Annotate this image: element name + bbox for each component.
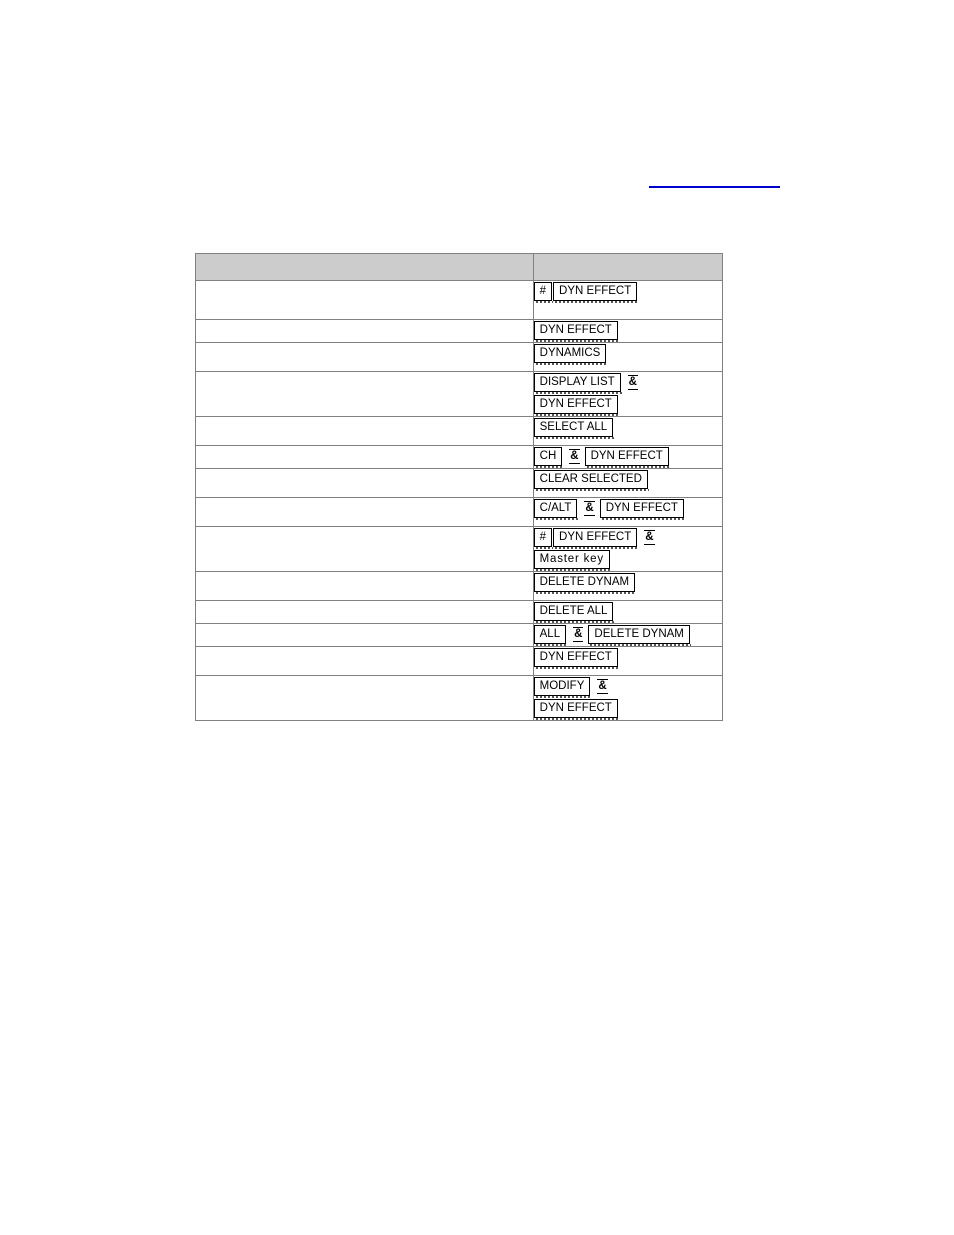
key-sequence-line: CLEAR SELECTED: [533, 469, 722, 492]
key-cap-dyn-effect[interactable]: DYN EFFECT: [599, 499, 686, 521]
cell-key-sequence: DYNAMICS: [532, 342, 724, 372]
cell-key-sequence: DELETE DYNAM: [532, 571, 724, 601]
and-connector: &: [573, 627, 584, 643]
key-cap-delete-dynam[interactable]: DELETE DYNAM: [588, 625, 692, 647]
key-cap-[interactable]: #: [533, 528, 554, 550]
key-cap-delete-dynam[interactable]: DELETE DYNAM: [533, 573, 637, 595]
and-connector: &: [584, 501, 595, 517]
cell-description: [195, 280, 534, 320]
table-row: DELETE ALL: [195, 600, 724, 624]
key-cap-select-all[interactable]: SELECT ALL: [533, 418, 614, 440]
cell-key-sequence: DYN EFFECT: [532, 319, 724, 343]
table-header: [195, 253, 724, 281]
key-sequence-line: CH & DYN EFFECT: [533, 446, 722, 469]
cell-key-sequence: C/ALT & DYN EFFECT: [532, 497, 724, 527]
cell-key-sequence: ALL & DELETE DYNAM: [532, 623, 724, 647]
cell-key-sequence: DELETE ALL: [532, 600, 724, 624]
key-cap-dyn-effect[interactable]: DYN EFFECT: [533, 699, 620, 721]
cell-description: [195, 445, 534, 469]
cell-description: [195, 646, 534, 676]
key-cap-dyn-effect[interactable]: DYN EFFECT: [553, 528, 639, 550]
key-cap-delete-all[interactable]: DELETE ALL: [533, 602, 615, 624]
cell-description: [195, 497, 534, 527]
key-sequence-line: DYN EFFECT: [533, 320, 722, 343]
key-sequence-line: DYNAMICS: [533, 343, 722, 366]
cross-reference-link[interactable]: [649, 186, 780, 188]
table-row: DYN EFFECT: [195, 646, 724, 676]
cell-key-sequence: SELECT ALL: [532, 416, 724, 446]
and-connector: &: [569, 449, 580, 465]
column-header-key-sequence: [532, 253, 724, 281]
key-cap-clear-selected[interactable]: CLEAR SELECTED: [533, 470, 650, 492]
key-cap-dyn-effect[interactable]: DYN EFFECT: [553, 282, 639, 304]
table-row: DYN EFFECT: [195, 319, 724, 343]
key-cap-modify[interactable]: MODIFY: [533, 677, 592, 699]
cell-key-sequence: # DYN EFFECT & Master key: [532, 526, 724, 572]
and-connector: &: [644, 530, 655, 546]
table-body: # DYN EFFECT DYN EFFECT DYNAMICS DISPLAY LIS…: [195, 280, 724, 721]
table-row: DISPLAY LIST & DYN EFFECT: [195, 371, 724, 417]
cell-key-sequence: DISPLAY LIST & DYN EFFECT: [532, 371, 724, 417]
key-sequence-line: DELETE ALL: [533, 601, 722, 624]
table-row: DELETE DYNAM: [195, 571, 724, 601]
key-sequence-line: C/ALT & DYN EFFECT: [533, 498, 722, 521]
table-row: SELECT ALL: [195, 416, 724, 446]
cell-key-sequence: CLEAR SELECTED: [532, 468, 724, 498]
key-sequence-line: DELETE DYNAM: [533, 572, 722, 595]
column-header-description: [195, 253, 534, 281]
key-cap-c-alt[interactable]: C/ALT: [533, 499, 579, 521]
cell-key-sequence: CH & DYN EFFECT: [532, 445, 724, 469]
and-connector: &: [627, 375, 638, 391]
cell-description: [195, 623, 534, 647]
key-cap-dyn-effect[interactable]: DYN EFFECT: [584, 447, 670, 469]
key-sequence-line: SELECT ALL: [533, 417, 722, 440]
column-header-key-sequence-label: [534, 254, 722, 278]
cell-key-sequence: DYN EFFECT: [532, 646, 724, 676]
cell-description: [195, 468, 534, 498]
table-row: MODIFY & DYN EFFECT: [195, 675, 724, 721]
key-sequence-line: ALL & DELETE DYNAM: [533, 624, 722, 647]
cell-description: [195, 600, 534, 624]
cell-description: [195, 571, 534, 601]
table-row: CH & DYN EFFECT: [195, 445, 724, 469]
key-cap-master-key[interactable]: Master key: [533, 550, 612, 572]
key-sequence-line: DISPLAY LIST &: [533, 372, 722, 395]
key-cap-all[interactable]: ALL: [533, 625, 568, 647]
and-connector: &: [597, 679, 608, 695]
key-cap-[interactable]: #: [533, 282, 554, 304]
key-sequence-line: DYN EFFECT: [533, 394, 722, 417]
key-sequence-line: Master key: [533, 549, 722, 572]
key-sequence-line: # DYN EFFECT: [533, 281, 722, 304]
table-row: DYNAMICS: [195, 342, 724, 372]
cell-description: [195, 675, 534, 721]
cell-description: [195, 526, 534, 572]
cell-description: [195, 371, 534, 417]
table-row: CLEAR SELECTED: [195, 468, 724, 498]
key-sequence-line: MODIFY &: [533, 676, 722, 699]
cell-key-sequence: MODIFY & DYN EFFECT: [532, 675, 724, 721]
key-cap-dyn-effect[interactable]: DYN EFFECT: [533, 321, 620, 343]
cell-description: [195, 416, 534, 446]
key-sequence-line: # DYN EFFECT &: [533, 527, 722, 550]
table-header-row: [195, 253, 724, 281]
table-row: ALL & DELETE DYNAM: [195, 623, 724, 647]
key-cap-dyn-effect[interactable]: DYN EFFECT: [533, 648, 620, 670]
key-cap-dyn-effect[interactable]: DYN EFFECT: [533, 395, 620, 417]
cell-description: [195, 342, 534, 372]
key-sequence-line: DYN EFFECT: [533, 698, 722, 721]
cell-key-sequence: # DYN EFFECT: [532, 280, 724, 320]
table-row: # DYN EFFECT: [195, 280, 724, 320]
cross-reference-link-container: [649, 175, 781, 191]
table-row: # DYN EFFECT & Master key: [195, 526, 724, 572]
column-header-description-label: [196, 254, 533, 278]
key-cap-display-list[interactable]: DISPLAY LIST: [533, 373, 622, 395]
key-command-table: # DYN EFFECT DYN EFFECT DYNAMICS DISPLAY LIS…: [195, 253, 724, 721]
key-sequence-line: DYN EFFECT: [533, 647, 722, 670]
table-row: C/ALT & DYN EFFECT: [195, 497, 724, 527]
key-cap-dynamics[interactable]: DYNAMICS: [533, 344, 608, 366]
key-cap-ch[interactable]: CH: [533, 447, 563, 469]
cell-description: [195, 319, 534, 343]
